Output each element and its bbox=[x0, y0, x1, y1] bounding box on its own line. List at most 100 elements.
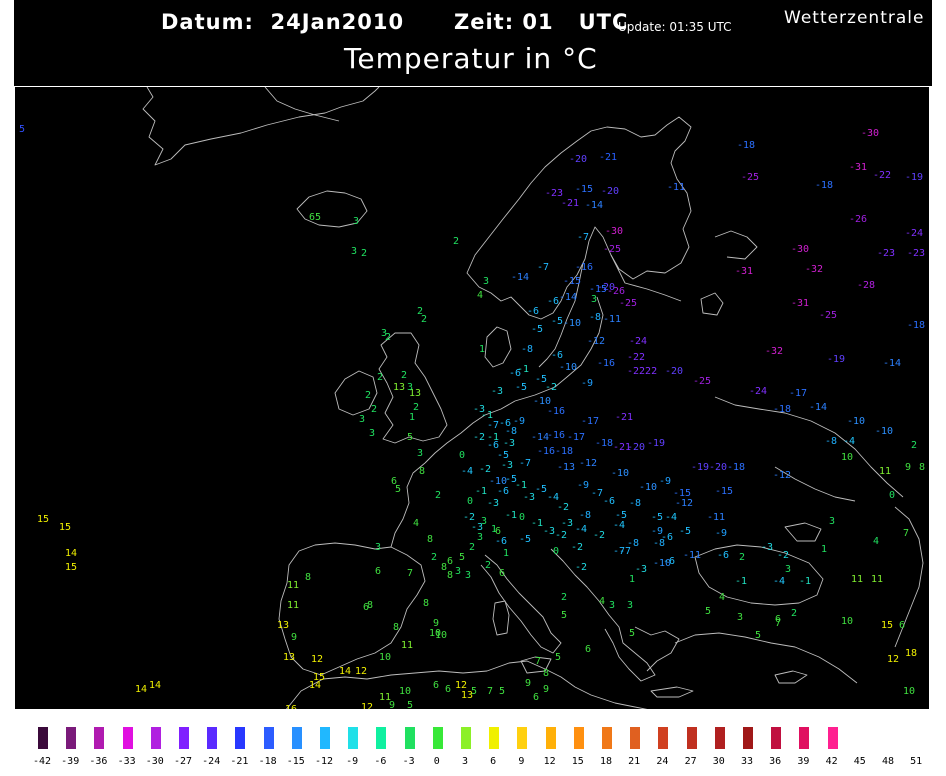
station-reading: 6 bbox=[375, 566, 382, 577]
station-reading: 10 bbox=[841, 616, 854, 627]
station-reading: 15 bbox=[65, 562, 78, 573]
station-reading: 5 bbox=[629, 628, 636, 639]
legend-swatch bbox=[235, 727, 246, 749]
legend-swatch bbox=[320, 727, 330, 749]
station-reading: -14 bbox=[585, 200, 604, 211]
station-reading: -3 bbox=[503, 438, 516, 449]
station-reading: 12 bbox=[887, 654, 900, 665]
station-reading: -20 bbox=[601, 186, 620, 197]
station-reading: -19 bbox=[905, 172, 924, 183]
station-reading: 6 bbox=[533, 692, 540, 703]
station-reading: 7 bbox=[775, 618, 782, 629]
station-reading: 10 bbox=[379, 652, 392, 663]
station-reading: 3 bbox=[375, 542, 382, 553]
station-reading: 9 bbox=[905, 462, 912, 473]
station-reading: -5 bbox=[531, 324, 544, 335]
station-reading: -2 bbox=[479, 464, 492, 475]
station-reading: 5 bbox=[407, 700, 414, 710]
station-reading: -1 bbox=[515, 480, 528, 491]
station-reading: 11 bbox=[287, 600, 300, 611]
coastline-cyprus bbox=[774, 670, 808, 684]
station-reading: -12 bbox=[587, 336, 606, 347]
station-reading: -30 bbox=[861, 128, 880, 139]
station-reading: -17 bbox=[789, 388, 808, 399]
legend-value: 33 bbox=[740, 756, 754, 767]
station-reading: -1 bbox=[475, 486, 488, 497]
station-reading: 0 bbox=[467, 496, 474, 507]
legend-value: 0 bbox=[433, 756, 440, 767]
station-reading: -25 bbox=[619, 298, 638, 309]
legend-value: -6 bbox=[374, 756, 387, 767]
station-reading: 3 bbox=[359, 414, 366, 425]
station-reading: -14 bbox=[511, 272, 530, 283]
legend-swatch bbox=[150, 727, 161, 749]
station-reading: -20 bbox=[569, 154, 588, 165]
station-reading: 2 bbox=[361, 248, 368, 259]
station-reading: 8 bbox=[393, 622, 400, 633]
station-reading: -16 bbox=[547, 406, 566, 417]
station-reading: -5 bbox=[651, 512, 664, 523]
station-reading: 8 bbox=[427, 534, 434, 545]
station-reading: -16 bbox=[547, 430, 566, 441]
station-reading: 12 bbox=[355, 666, 368, 677]
station-reading: 8 bbox=[447, 570, 454, 581]
station-reading: -8 bbox=[505, 426, 518, 437]
station-reading: -18 bbox=[773, 404, 792, 415]
date-value: 24Jan2010 bbox=[270, 10, 405, 34]
coastline-greenland-south bbox=[264, 87, 340, 122]
station-reading: 1 bbox=[479, 344, 486, 355]
coastline-crete bbox=[650, 686, 694, 698]
station-reading: -21 bbox=[561, 198, 580, 209]
station-reading: 9 bbox=[433, 618, 440, 629]
station-reading: -18 bbox=[815, 180, 834, 191]
station-reading: -16 bbox=[537, 446, 556, 457]
coastline-white-sea bbox=[714, 230, 758, 260]
station-reading: -8 bbox=[589, 312, 602, 323]
station-reading: 2 bbox=[365, 390, 372, 401]
legend-value: 3 bbox=[461, 756, 469, 767]
station-reading: -9 bbox=[577, 480, 590, 491]
station-reading: 2 bbox=[385, 332, 392, 343]
station-reading: 3 bbox=[353, 216, 360, 227]
station-reading: -12 bbox=[773, 470, 792, 481]
station-reading: 3 bbox=[785, 564, 792, 575]
legend-swatch bbox=[517, 727, 528, 749]
station-reading: -15 bbox=[715, 486, 734, 497]
station-reading: -6 bbox=[497, 486, 510, 497]
station-reading: 1 bbox=[629, 574, 636, 585]
station-reading: -14 bbox=[809, 402, 828, 413]
station-reading: -1 bbox=[505, 510, 518, 521]
station-reading: 8 bbox=[305, 572, 312, 583]
coastline-greenland bbox=[142, 87, 380, 166]
legend-swatch bbox=[489, 727, 500, 749]
station-reading: -13 bbox=[557, 462, 576, 473]
station-reading: -24 bbox=[905, 228, 924, 239]
station-reading: -31 bbox=[735, 266, 754, 277]
legend-swatch bbox=[686, 727, 697, 749]
legend-swatch bbox=[207, 727, 218, 749]
station-reading: -18 bbox=[907, 320, 926, 331]
station-reading: -6 bbox=[717, 550, 730, 561]
station-reading: 9 bbox=[389, 700, 396, 710]
station-reading: -8 bbox=[579, 510, 592, 521]
station-reading: -2 bbox=[555, 530, 568, 541]
station-reading: 3 bbox=[481, 516, 488, 527]
station-reading: 2 bbox=[485, 560, 492, 571]
legend-swatch bbox=[404, 727, 415, 749]
station-reading: -18 bbox=[595, 438, 614, 449]
legend-swatch bbox=[348, 727, 359, 749]
station-reading: 2 bbox=[401, 370, 408, 381]
legend-swatch bbox=[658, 727, 669, 749]
station-reading: -11 bbox=[603, 314, 622, 325]
station-reading: -17 bbox=[581, 416, 600, 427]
station-reading: 2 bbox=[377, 372, 384, 383]
station-reading: 9 bbox=[525, 678, 532, 689]
station-reading: 9 bbox=[543, 684, 550, 695]
legend-swatch bbox=[714, 727, 725, 749]
station-reading: 3 bbox=[369, 428, 376, 439]
legend-value: 15 bbox=[571, 756, 584, 767]
station-reading: -2 bbox=[571, 542, 584, 553]
station-reading: 11 bbox=[851, 574, 864, 585]
station-reading: 3 bbox=[609, 600, 616, 611]
station-reading: -11 bbox=[683, 550, 702, 561]
